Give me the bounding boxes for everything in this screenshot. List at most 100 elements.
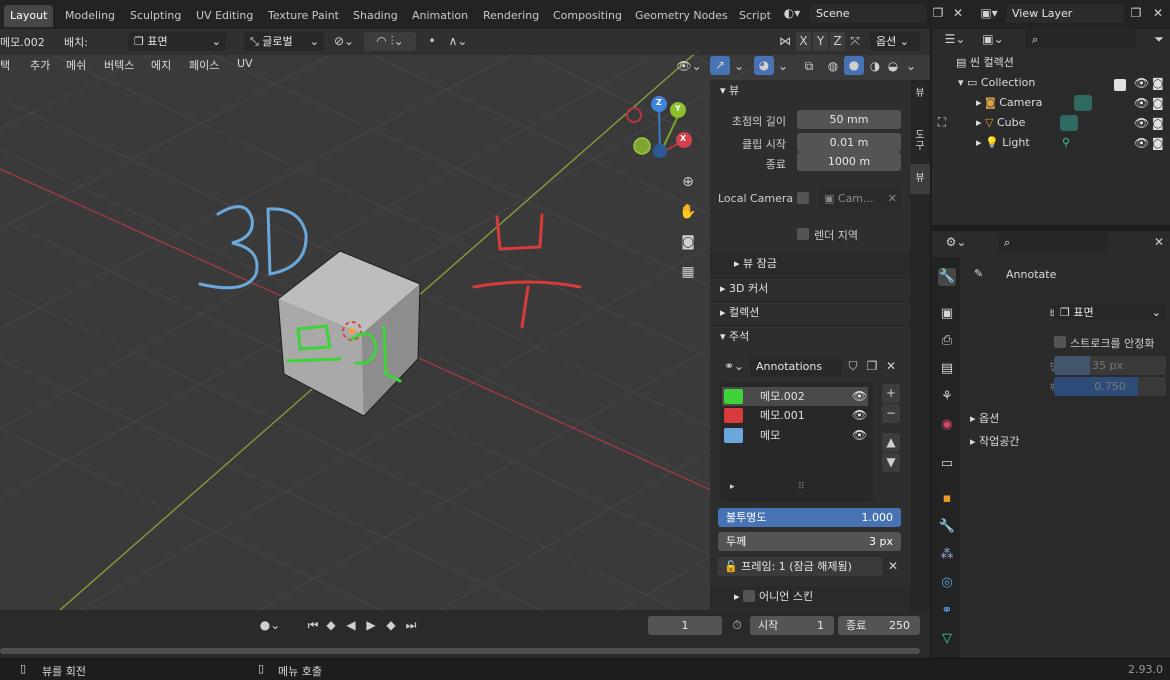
eye-icon[interactable]: 👁	[852, 426, 867, 445]
frame-lock-field[interactable]: 🔓 프레임: 1 (잠금 해제됨)	[718, 557, 882, 576]
view-layer-name-field[interactable]: View Layer	[1006, 4, 1124, 23]
tab-script[interactable]: Script	[733, 5, 777, 27]
camera-render-icon[interactable]: ◙	[1152, 116, 1164, 130]
end-frame-field[interactable]: 종료 250	[838, 616, 920, 635]
duplicate-icon[interactable]: ❐	[863, 357, 881, 376]
constraints-tab-icon[interactable]: ⚭	[938, 602, 956, 620]
workspace-section[interactable]: ▸ 작업공간	[970, 433, 1020, 449]
particles-tab-icon[interactable]: ⁂	[938, 546, 956, 564]
perspective-grid-icon[interactable]: ▦	[678, 263, 698, 282]
camera-render-icon[interactable]: ◙	[1152, 76, 1164, 90]
list-filter-icon[interactable]: ▸	[730, 482, 735, 492]
focal-length-field[interactable]: 50 mm	[797, 110, 901, 129]
light-data-icon[interactable]: ⚲	[1062, 133, 1070, 153]
physics-tab-icon[interactable]: ◎	[938, 574, 956, 592]
3d-cursor-section[interactable]: ▸ 3D 커서	[710, 277, 910, 299]
xray-icon[interactable]: ⧉	[800, 57, 818, 76]
gizmo-dropdown-icon[interactable]: ⌄	[732, 57, 746, 76]
tab-animation[interactable]: Animation	[406, 5, 474, 27]
camera-data-icon[interactable]	[1074, 95, 1092, 111]
view-lock-subpanel[interactable]: ▸ 뷰 잠금	[710, 253, 910, 275]
filter-type-icon[interactable]: ▣⌄	[980, 30, 1006, 49]
pivot-icon[interactable]: ⊘⌄	[330, 32, 358, 51]
properties-search-input[interactable]: ⌕	[998, 233, 1108, 252]
annotations-section[interactable]: ▾ 주석	[710, 325, 910, 347]
mesh-data-icon[interactable]	[1060, 115, 1078, 131]
scene-collection-row[interactable]: ▤ 씬 컬렉션	[932, 53, 1170, 73]
layer-color-swatch[interactable]	[724, 389, 743, 404]
shading-dropdown-icon[interactable]: ⌄	[904, 57, 918, 76]
list-resize-grip-icon[interactable]: ⠿	[798, 482, 805, 492]
gizmo-toggle-icon[interactable]: ↗	[710, 56, 730, 75]
prev-keyframe-icon[interactable]: ◆	[322, 616, 340, 635]
options-dropdown[interactable]: 옵션 ⌄	[870, 32, 920, 51]
visibility-icon[interactable]: 👁⌄	[674, 57, 704, 76]
mirror-icon[interactable]: ⋈	[776, 32, 794, 51]
tab-uv-editing[interactable]: UV Editing	[190, 5, 259, 27]
axis-x-toggle[interactable]: X	[796, 32, 811, 51]
mesh-symmetry-icon[interactable]: ⤧	[848, 32, 862, 51]
proportional-edit-icon[interactable]: •	[424, 32, 440, 51]
tab-rendering[interactable]: Rendering	[477, 5, 545, 27]
tab-layout[interactable]: Layout	[4, 5, 54, 27]
menu-add[interactable]: 추가	[30, 57, 50, 73]
unlink-icon[interactable]: ✕	[882, 357, 900, 376]
wireframe-shading-icon[interactable]: ◍	[824, 57, 842, 76]
menu-uv[interactable]: UV	[237, 57, 253, 70]
view-layer-tab-icon[interactable]: ▤	[938, 360, 956, 378]
menu-edge[interactable]: 에지	[151, 57, 171, 73]
add-layer-icon[interactable]: +	[882, 384, 900, 403]
record-icon[interactable]: ●⌄	[258, 616, 282, 635]
menu-mesh[interactable]: 메쉬	[66, 57, 86, 73]
scene-tab-icon[interactable]: ⚘	[938, 388, 956, 406]
scene-browse-icon[interactable]: ◐▾	[780, 4, 804, 23]
fake-user-shield-icon[interactable]: ⛉	[844, 357, 862, 376]
start-frame-field[interactable]: 시작 1	[750, 616, 834, 635]
eye-icon[interactable]: 👁	[1134, 96, 1149, 110]
camera-view-icon[interactable]: ◙	[678, 233, 698, 252]
world-tab-icon[interactable]: ◉	[938, 416, 956, 434]
menu-vertex[interactable]: 버텍스	[104, 57, 134, 73]
placement-dropdown[interactable]: ❐ 표면 ⌄	[1054, 303, 1166, 322]
timeline-scrollbar[interactable]	[0, 648, 920, 654]
outliner-side-icon[interactable]: ⛶	[932, 113, 952, 132]
annotation-layer-row[interactable]: 메모 👁	[722, 426, 868, 445]
annotations-datablock-field[interactable]: Annotations	[750, 357, 842, 376]
orientation-dropdown[interactable]: ⤡ 글로벌 ⌄	[244, 32, 324, 51]
tab-texture-paint[interactable]: Texture Paint	[262, 5, 345, 27]
scene-name-field[interactable]: Scene	[810, 4, 926, 23]
falloff-icon[interactable]: ∧⌄	[444, 32, 472, 51]
stopwatch-icon[interactable]: ⏱	[728, 616, 746, 635]
clip-start-field[interactable]: 0.01 m	[797, 133, 901, 152]
rendered-shading-icon[interactable]: ◒	[884, 57, 902, 76]
onion-skin-checkbox[interactable]	[743, 590, 756, 602]
annotation-layer-row[interactable]: 메모.001 👁	[722, 406, 868, 425]
placement-dropdown[interactable]: ❐ 표면 ⌄	[128, 32, 226, 51]
zoom-icon[interactable]: ⊕	[678, 173, 698, 192]
pan-hand-icon[interactable]: ✋	[678, 203, 698, 222]
jump-start-icon[interactable]: ⏮	[304, 616, 322, 635]
tab-shading[interactable]: Shading	[347, 5, 404, 27]
mesh-data-tab-icon[interactable]: ▽	[938, 630, 956, 648]
collections-section[interactable]: ▸ 컬렉션	[710, 301, 910, 323]
snap-icon[interactable]: ◠ ⫶⌄	[364, 32, 416, 51]
next-keyframe-icon[interactable]: ◆	[382, 616, 400, 635]
scene-copy-icon[interactable]: ❐	[930, 4, 946, 23]
axis-z-toggle[interactable]: Z	[830, 32, 845, 51]
view-section-header[interactable]: ▾ 뷰	[710, 80, 910, 102]
tab-compositing[interactable]: Compositing	[547, 5, 628, 27]
stabilize-checkbox[interactable]	[1054, 336, 1066, 348]
move-layer-up-icon[interactable]: ▲	[882, 433, 900, 452]
play-reverse-icon[interactable]: ◀	[342, 616, 360, 635]
remove-layer-icon[interactable]: −	[882, 404, 900, 423]
layer-color-swatch[interactable]	[724, 428, 743, 443]
tab-geometry-nodes[interactable]: Geometry Nodes	[629, 5, 734, 27]
tab-sculpting[interactable]: Sculpting	[124, 5, 187, 27]
modifier-tab-icon[interactable]: 🔧	[938, 518, 956, 536]
frame-close-icon[interactable]: ✕	[884, 557, 902, 576]
editor-type-icon[interactable]: ⚙⌄	[942, 233, 970, 252]
eye-icon[interactable]: 👁	[1134, 136, 1149, 150]
clip-end-field[interactable]: 1000 m	[797, 152, 901, 171]
onion-skin-subpanel[interactable]: ▸ 어니언 스킨	[710, 586, 910, 608]
play-icon[interactable]: ▶	[362, 616, 380, 635]
